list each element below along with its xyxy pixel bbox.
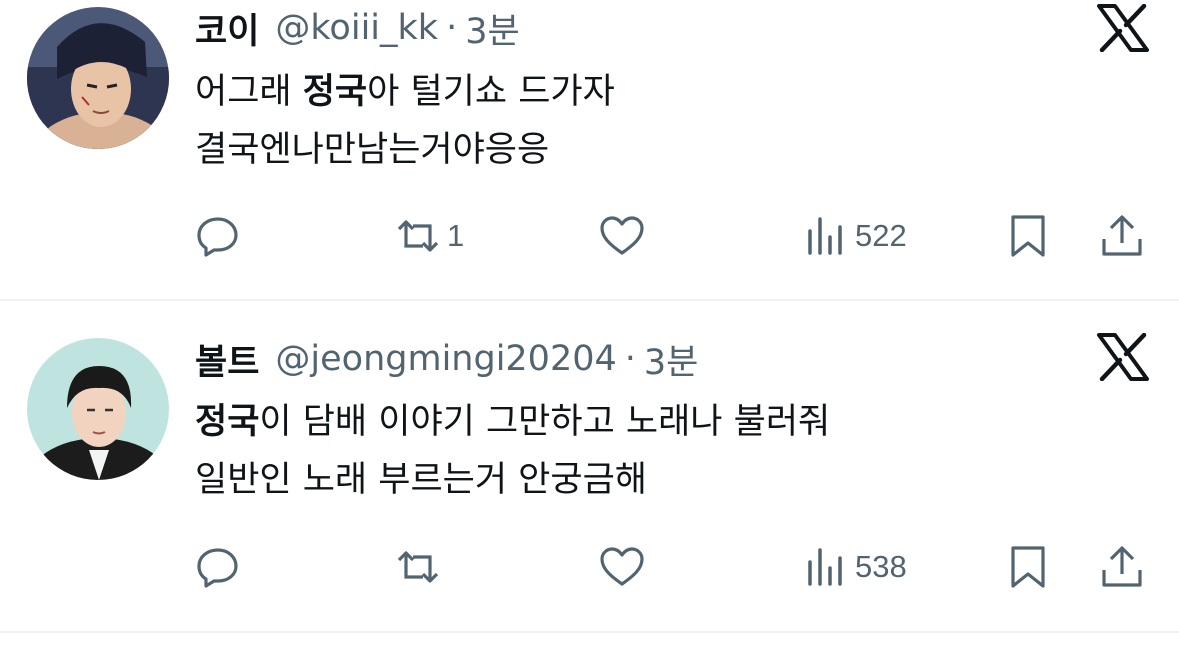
retweet-count: 1 <box>447 218 465 253</box>
hashtag-mention-bold: 정국 <box>302 72 368 112</box>
x-logo-icon[interactable] <box>1097 3 1149 53</box>
separator-dot: · <box>446 8 458 48</box>
x-logo-icon[interactable] <box>1097 332 1149 382</box>
tweet[interactable]: 코이 @koiii_kk · 3분 어그래 정국아 털기쇼 드가자 결국엔나만남… <box>0 0 1179 300</box>
bookmark-button[interactable] <box>1005 539 1051 595</box>
like-icon <box>600 216 644 255</box>
bookmark-icon <box>1011 546 1045 588</box>
divider <box>0 631 1179 633</box>
avatar[interactable] <box>27 338 169 480</box>
avatar-image <box>27 7 169 149</box>
user-handle[interactable]: @jeongmingi20204 <box>275 339 616 379</box>
views-button[interactable]: 538 <box>803 539 907 595</box>
user-handle[interactable]: @koiii_kk <box>275 8 438 48</box>
retweet-button[interactable]: 1 <box>395 208 464 264</box>
views-button[interactable]: 522 <box>803 208 907 264</box>
avatar[interactable] <box>27 7 169 149</box>
reply-button[interactable] <box>195 208 247 264</box>
reply-button[interactable] <box>195 539 247 595</box>
tweet-text: 정국이 담배 이야기 그만하고 노래나 불러줘 일반인 노래 부르는거 안궁금해 <box>195 393 830 509</box>
display-name[interactable]: 볼트 <box>195 334 259 385</box>
bookmark-icon <box>1011 215 1045 257</box>
timestamp[interactable]: 3분 <box>465 3 519 54</box>
share-button[interactable] <box>1099 208 1145 264</box>
retweet-icon <box>397 220 439 252</box>
share-button[interactable] <box>1099 539 1145 595</box>
reply-icon <box>197 548 238 588</box>
retweet-button[interactable] <box>395 539 447 595</box>
tweet[interactable]: 볼트 @jeongmingi20204 · 3분 정국이 담배 이야기 그만하고… <box>0 301 1179 632</box>
tweet-text-line-2: 결국엔나만남는거야응응 <box>195 130 550 170</box>
bookmark-button[interactable] <box>1005 208 1051 264</box>
share-icon <box>1102 546 1142 587</box>
display-name[interactable]: 코이 <box>195 3 259 54</box>
tweet-text: 어그래 정국아 털기쇼 드가자 결국엔나만남는거야응응 <box>195 63 615 179</box>
like-icon <box>600 547 644 586</box>
like-button[interactable] <box>599 208 651 264</box>
like-button[interactable] <box>599 539 651 595</box>
tweet-text-line-1: 어그래 정국아 털기쇼 드가자 <box>195 72 615 112</box>
views-icon <box>808 548 842 586</box>
tweet-text-line-1: 정국이 담배 이야기 그만하고 노래나 불러줘 <box>195 402 831 442</box>
timestamp[interactable]: 3분 <box>644 334 698 385</box>
action-bar: 1 522 <box>195 208 1155 264</box>
avatar-image <box>27 338 169 480</box>
views-count: 522 <box>855 218 907 253</box>
tweet-header: 코이 @koiii_kk · 3분 <box>195 3 520 53</box>
views-count: 538 <box>855 549 907 584</box>
action-bar: 538 <box>195 539 1155 595</box>
hashtag-mention-bold: 정국 <box>195 402 260 442</box>
views-icon <box>808 217 842 255</box>
retweet-icon <box>397 551 439 583</box>
separator-dot: · <box>624 339 636 379</box>
reply-icon <box>197 217 238 257</box>
tweet-text-line-2: 일반인 노래 부르는거 안궁금해 <box>195 460 647 500</box>
share-icon <box>1102 215 1142 256</box>
tweet-header: 볼트 @jeongmingi20204 · 3분 <box>195 334 698 384</box>
